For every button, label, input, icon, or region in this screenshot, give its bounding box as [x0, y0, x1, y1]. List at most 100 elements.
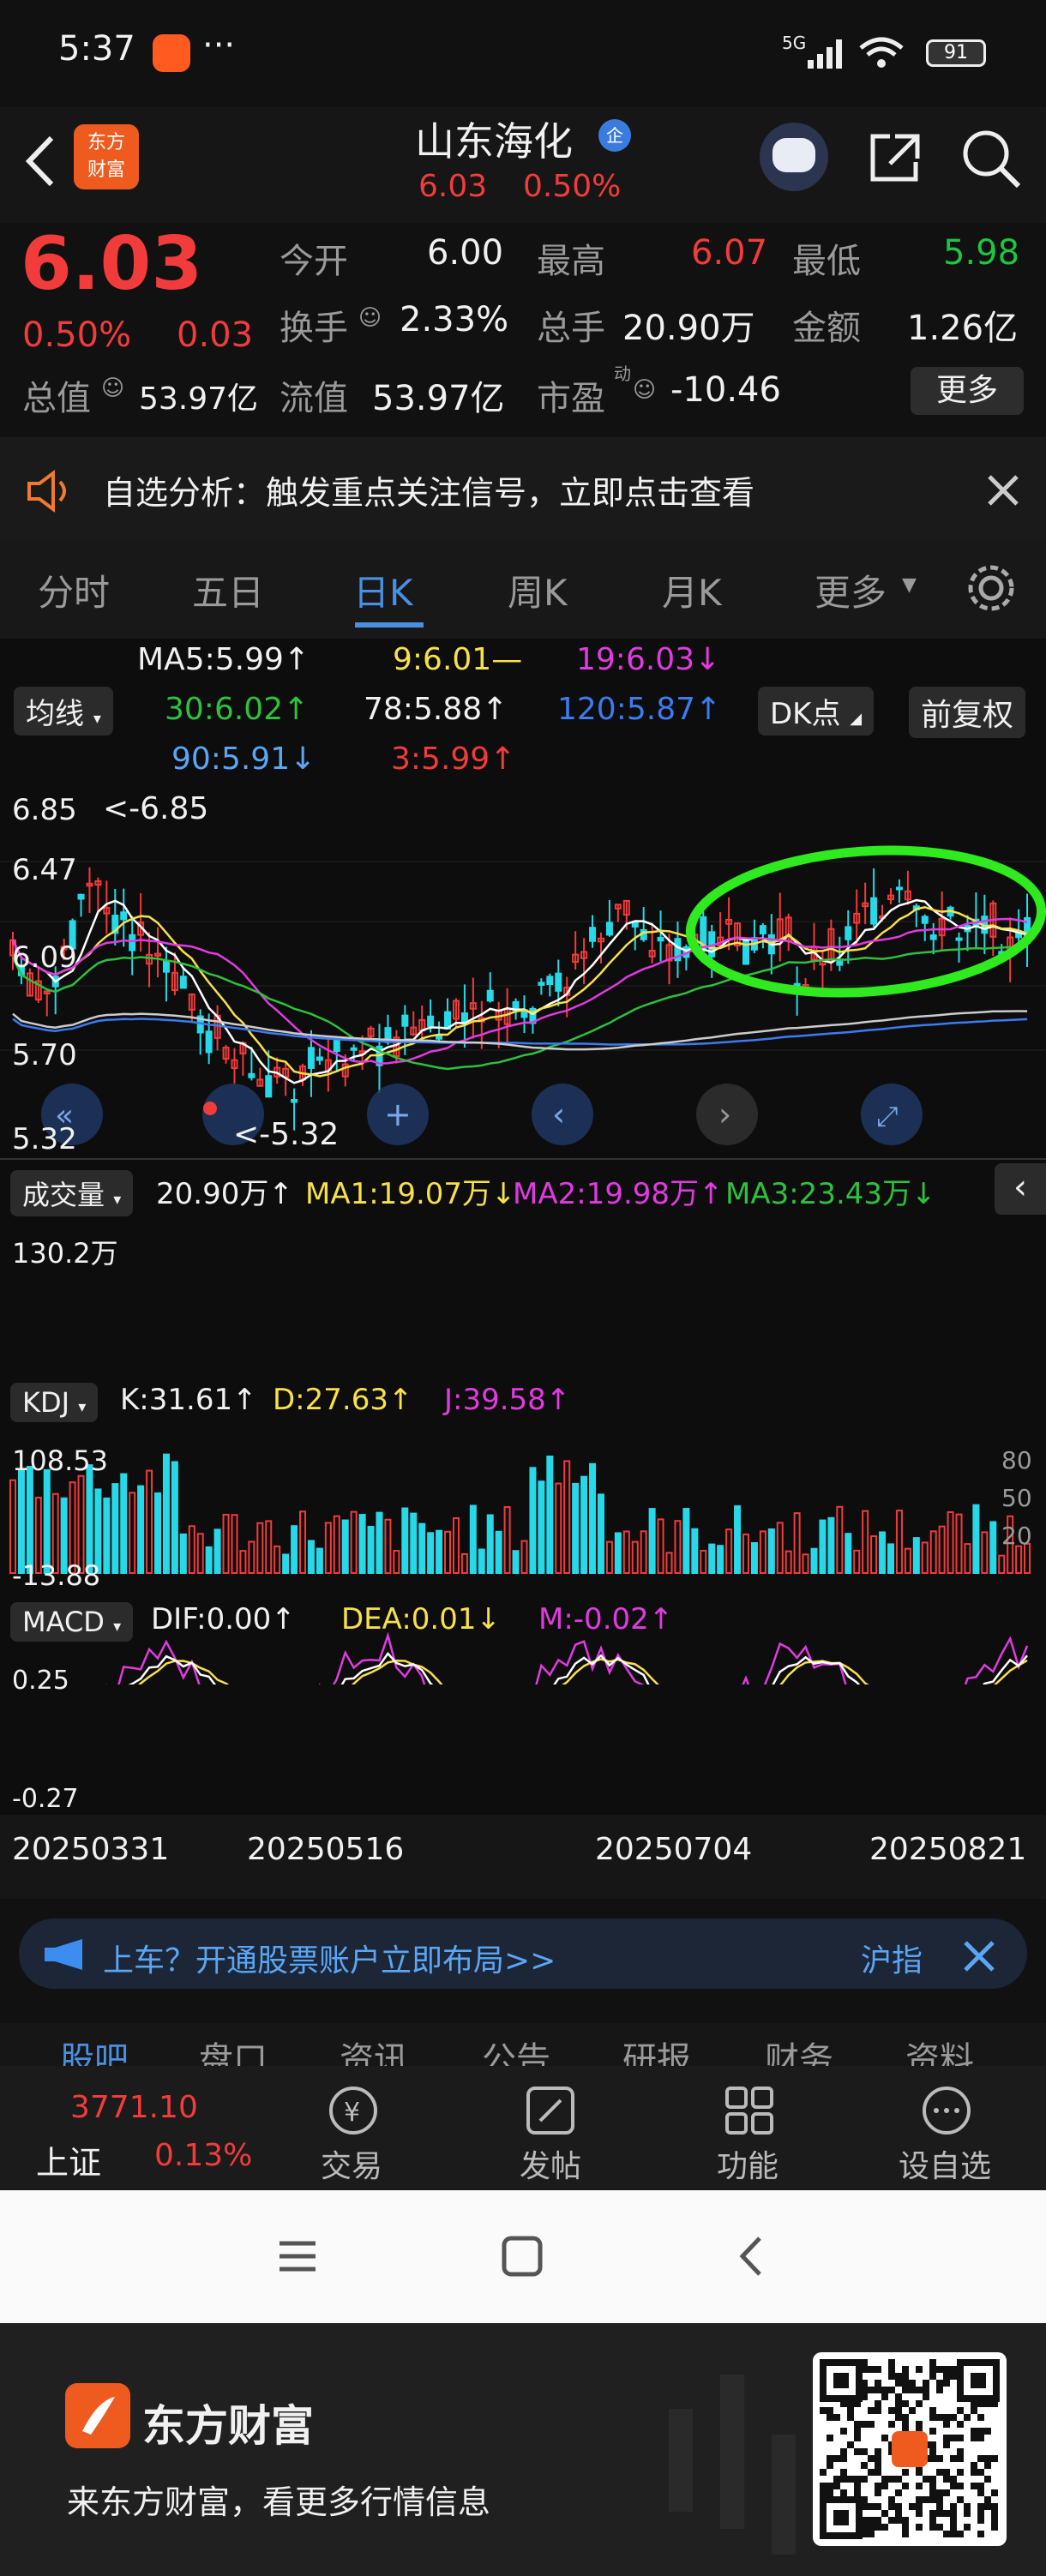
volume-bar — [734, 1505, 742, 1574]
qr-module — [827, 2407, 833, 2414]
robot-assistant-icon[interactable] — [760, 123, 828, 191]
tab-news[interactable]: 资讯 — [340, 2032, 408, 2070]
last-price: 6.03 — [21, 221, 203, 307]
share-icon[interactable] — [864, 126, 926, 188]
collapse-panel-button[interactable]: ‹ — [995, 1163, 1046, 1215]
index-name: 上证 — [36, 2144, 102, 2182]
qr-module — [888, 2359, 895, 2366]
qr-module — [888, 2517, 895, 2524]
pe-info-icon[interactable]: ☺ — [633, 377, 656, 403]
macd-indicator-select[interactable]: MACD ▾ — [10, 1602, 134, 1642]
qr-module — [868, 2524, 875, 2531]
tab-guba[interactable]: 股吧 — [60, 2032, 129, 2070]
qr-module — [895, 2503, 902, 2510]
chart-settings-gear-icon[interactable] — [964, 561, 1019, 615]
post-button[interactable]: 发帖 — [520, 2141, 581, 2186]
notice-bar[interactable]: 自选分析：触发重点关注信号，立即点击查看 — [0, 437, 1046, 540]
candle-body — [555, 972, 562, 992]
volume-bar — [529, 1467, 537, 1574]
tab-five-day[interactable]: 五日 — [192, 564, 264, 616]
volume-bar — [316, 1547, 323, 1575]
qr-module — [943, 2510, 950, 2517]
volume-bar — [282, 1553, 290, 1575]
qr-module — [868, 2366, 875, 2373]
qr-module — [929, 2359, 936, 2366]
volume-bar — [597, 1493, 604, 1575]
volume-bar — [196, 1533, 204, 1575]
volume-indicator-select[interactable]: 成交量 ▾ — [10, 1170, 134, 1216]
promo-banner[interactable]: 上车？开通股票账户立即布局>> 沪指 — [19, 1918, 1027, 1989]
back-nav-icon[interactable] — [730, 2235, 773, 2278]
candle-body — [921, 916, 929, 924]
ma90-label: 90:5.91↓ — [171, 742, 316, 777]
volume-bar — [503, 1505, 511, 1574]
qr-module — [909, 2407, 916, 2414]
market-cap-info-icon[interactable]: ☺ — [101, 375, 124, 401]
qr-module — [991, 2524, 998, 2531]
market-cap-value: 53.97亿 — [139, 381, 259, 417]
market-cap-label: 总值 — [22, 379, 91, 418]
kdj-axis-top: 108.53 — [12, 1444, 108, 1477]
back-icon[interactable] — [19, 131, 62, 191]
qr-module — [977, 2483, 984, 2489]
volume-bar — [495, 1530, 502, 1575]
tab-more[interactable]: 更多 — [815, 564, 887, 616]
qr-module — [977, 2503, 984, 2510]
volume-bar — [43, 1468, 51, 1575]
more-quote-button[interactable]: 更多 — [911, 367, 1024, 415]
qr-module — [950, 2531, 957, 2537]
dk-point-button[interactable]: DK点 ◢ — [758, 687, 875, 736]
add-watchlist-button[interactable]: 设自选 — [899, 2141, 991, 2186]
qr-module — [840, 2448, 847, 2455]
menu-icon[interactable] — [276, 2235, 319, 2278]
tab-pankou[interactable]: 盘口 — [199, 2032, 268, 2070]
qr-module — [950, 2503, 957, 2510]
close-notice-icon[interactable] — [984, 471, 1022, 509]
chevron-left-icon: ‹ — [552, 1096, 565, 1133]
expand-icon: ⤢ — [876, 1100, 899, 1132]
volume-bar — [162, 1453, 170, 1575]
candle-body — [845, 926, 852, 940]
tab-daily-k[interactable]: 日K — [353, 564, 413, 616]
header-price: 6.03 — [418, 169, 488, 204]
ma-select-button[interactable]: 均线 ▾ — [14, 687, 113, 736]
candle-body — [265, 1075, 273, 1098]
adjust-mode-button[interactable]: 前复权 — [909, 687, 1026, 738]
tab-monthly-k[interactable]: 月K — [662, 564, 722, 616]
search-icon[interactable] — [959, 126, 1024, 191]
kdj-axis-bottom: -13.88 — [12, 1559, 101, 1592]
qr-module — [868, 2455, 875, 2462]
tab-announcements[interactable]: 公告 — [482, 2032, 550, 2070]
candle-body — [129, 934, 136, 952]
candle-body — [460, 1012, 468, 1023]
dk-point-label: DK点 — [770, 697, 841, 731]
volume-bar — [981, 1531, 989, 1575]
volume-bar — [478, 1548, 485, 1574]
qr-module — [977, 2489, 984, 2496]
kdj-indicator-select[interactable]: KDJ ▾ — [10, 1383, 99, 1422]
qr-module — [916, 2400, 923, 2407]
qr-module — [977, 2414, 984, 2421]
tab-profile[interactable]: 资料 — [905, 2032, 974, 2070]
candle-body — [401, 1014, 409, 1027]
qr-module — [888, 2366, 895, 2373]
tab-finance[interactable]: 财务 — [765, 2032, 833, 2070]
tab-intraday[interactable]: 分时 — [38, 564, 110, 616]
qr-module — [950, 2373, 957, 2380]
qr-module — [943, 2469, 950, 2476]
function-button[interactable]: 功能 — [717, 2141, 778, 2186]
trade-button[interactable]: 交易 — [321, 2141, 382, 2186]
qr-module — [902, 2373, 909, 2380]
change-pct: 0.50% — [22, 315, 132, 355]
decorative-candles — [669, 2375, 796, 2555]
home-icon[interactable] — [501, 2235, 544, 2278]
candle-body — [307, 1047, 315, 1069]
chart-area: MA5:5.99↑ 9:6.01— 19:6.03↓ 均线 ▾ 30:6.02↑… — [0, 639, 1046, 1899]
qr-module — [854, 2489, 861, 2496]
volume-bar — [759, 1530, 766, 1574]
qr-finder-core — [833, 2373, 849, 2388]
tab-weekly-k[interactable]: 周K — [508, 564, 568, 616]
close-promo-icon[interactable] — [962, 1939, 996, 1973]
tab-research[interactable]: 研报 — [622, 2032, 691, 2070]
turnover-info-icon[interactable]: ☺ — [358, 305, 382, 331]
